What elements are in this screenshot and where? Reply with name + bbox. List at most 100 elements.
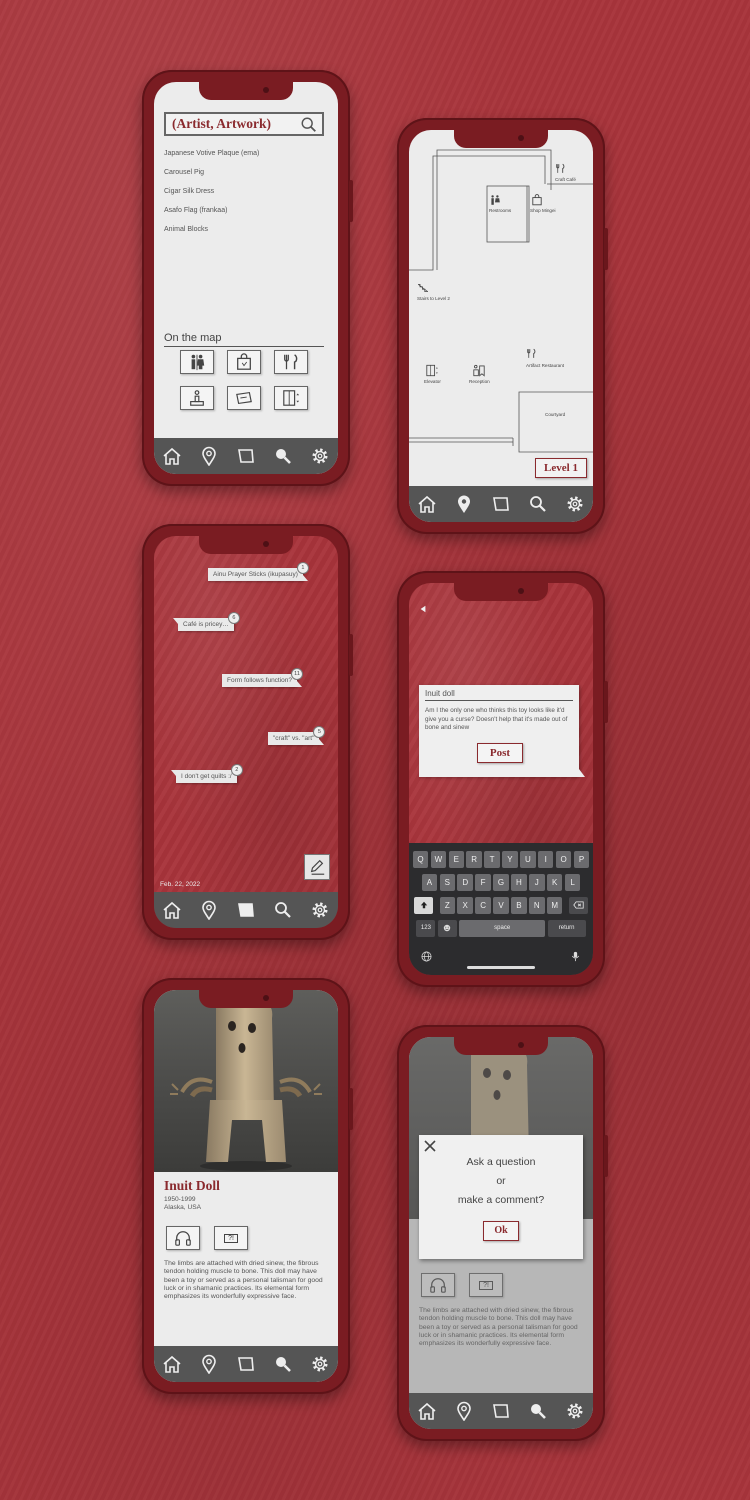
phone-search: (Artist, Artwork) Japanese Votive Plaque… (142, 70, 353, 486)
key[interactable]: X (457, 897, 473, 914)
nav-search[interactable] (270, 1351, 296, 1377)
search-result-item[interactable]: Asafo Flag (frankaa) (164, 207, 259, 226)
key[interactable]: K (546, 874, 563, 891)
close-icon[interactable] (423, 1139, 437, 1153)
key[interactable]: Q (412, 851, 429, 868)
board-icon (238, 1357, 254, 1371)
search-result-item[interactable]: Animal Blocks (164, 226, 259, 245)
key[interactable]: W (430, 851, 447, 868)
key[interactable]: A (421, 874, 438, 891)
post-button[interactable]: Post (477, 743, 523, 763)
nav-map[interactable] (196, 1351, 222, 1377)
nav-home[interactable] (159, 897, 185, 923)
screen-compose: Inuit doll Am I the only one who thinks … (409, 583, 593, 975)
key[interactable]: B (511, 897, 527, 914)
nav-board[interactable] (233, 1351, 259, 1377)
ok-button[interactable]: Ok (483, 1221, 519, 1241)
nav-board[interactable] (233, 897, 259, 923)
comment-bubble[interactable]: Form follows function? 11 (222, 668, 304, 687)
nav-map[interactable] (196, 897, 222, 923)
side-button (604, 228, 608, 270)
key[interactable]: P (573, 851, 590, 868)
elevator-filter-button[interactable] (274, 386, 308, 410)
nav-home[interactable] (414, 1398, 440, 1424)
level-selector-button[interactable]: Level 1 (535, 458, 587, 478)
return-key[interactable]: return (547, 920, 586, 937)
restaurant-filter-button[interactable] (274, 350, 308, 374)
location-pin-icon (202, 446, 216, 466)
nav-map[interactable] (451, 1398, 477, 1424)
space-key[interactable]: space (459, 920, 546, 937)
key[interactable]: E (448, 851, 465, 868)
key[interactable]: G (493, 874, 509, 891)
nav-search[interactable] (525, 1398, 551, 1424)
notch (199, 990, 293, 1008)
comment-bubble[interactable]: Ainu Prayer Sticks (ikupasuy) 1 (208, 562, 309, 581)
back-arrow-icon[interactable] (419, 605, 427, 613)
elevator-icon (283, 390, 300, 406)
key[interactable]: O (555, 851, 572, 868)
search-result-item[interactable]: Cigar Silk Dress (164, 188, 259, 207)
microphone-icon[interactable] (570, 951, 581, 962)
search-result-item[interactable]: Japanese Votive Plaque (ema) (164, 150, 259, 169)
key[interactable]: V (493, 897, 509, 914)
search-result-item[interactable]: Carousel Pig (164, 169, 259, 188)
key[interactable]: F (475, 874, 491, 891)
key[interactable]: M (546, 897, 563, 914)
nav-search[interactable] (270, 897, 296, 923)
key[interactable]: C (475, 897, 491, 914)
comment-bubble[interactable]: Café is pricey… 6 (173, 612, 240, 631)
info-filter-button[interactable] (180, 386, 214, 410)
nav-settings[interactable] (307, 897, 333, 923)
nav-settings[interactable] (562, 1398, 588, 1424)
nav-board[interactable] (488, 491, 514, 517)
side-button (604, 1135, 608, 1177)
nav-settings[interactable] (307, 1351, 333, 1377)
globe-icon[interactable] (421, 951, 432, 962)
nav-search[interactable] (270, 443, 296, 469)
nav-map[interactable] (196, 443, 222, 469)
nav-board[interactable] (488, 1398, 514, 1424)
nav-settings[interactable] (307, 443, 333, 469)
compose-button[interactable] (304, 854, 330, 880)
audio-guide-button[interactable] (166, 1226, 200, 1250)
shop-filter-button[interactable] (227, 350, 261, 374)
comment-compose-card: Inuit doll Am I the only one who thinks … (419, 685, 585, 777)
nav-board[interactable] (233, 443, 259, 469)
compose-title[interactable]: Inuit doll (425, 689, 573, 701)
question-comment-icon: ?! (224, 1233, 238, 1243)
key[interactable]: N (529, 897, 545, 914)
key[interactable]: Z (439, 897, 456, 914)
numbers-key[interactable]: 123 (416, 920, 436, 937)
restroom-filter-button[interactable] (180, 350, 214, 374)
home-indicator (467, 966, 535, 969)
key[interactable]: I (537, 851, 554, 868)
search-input[interactable]: (Artist, Artwork) (164, 112, 324, 136)
nav-settings[interactable] (562, 491, 588, 517)
comment-bubble[interactable]: "craft" vs. "art" 5 (268, 726, 326, 745)
tickets-filter-button[interactable] (227, 386, 261, 410)
compose-text-field[interactable]: Am I the only one who thinks this toy lo… (425, 707, 575, 733)
key[interactable]: S (439, 874, 456, 891)
nav-map[interactable] (451, 491, 477, 517)
nav-home[interactable] (159, 1351, 185, 1377)
key[interactable]: D (457, 874, 473, 891)
key[interactable]: J (529, 874, 545, 891)
key[interactable]: Y (502, 851, 518, 868)
backspace-key[interactable] (568, 897, 588, 914)
comment-text: I don't get quilts :/ (181, 773, 232, 780)
shift-key[interactable] (414, 897, 434, 914)
key[interactable]: T (484, 851, 500, 868)
key[interactable]: U (520, 851, 536, 868)
nav-home[interactable] (159, 443, 185, 469)
nav-home[interactable] (414, 491, 440, 517)
key[interactable]: R (466, 851, 482, 868)
ask-comment-button[interactable]: ?! (214, 1226, 248, 1250)
map-label-restrooms: Restrooms (489, 208, 512, 213)
search-icon[interactable] (300, 116, 318, 134)
nav-search[interactable] (525, 491, 551, 517)
comment-bubble[interactable]: I don't get quilts :/ 2 (171, 764, 243, 783)
emoji-key[interactable] (437, 920, 457, 937)
key[interactable]: L (564, 874, 581, 891)
key[interactable]: H (511, 874, 527, 891)
